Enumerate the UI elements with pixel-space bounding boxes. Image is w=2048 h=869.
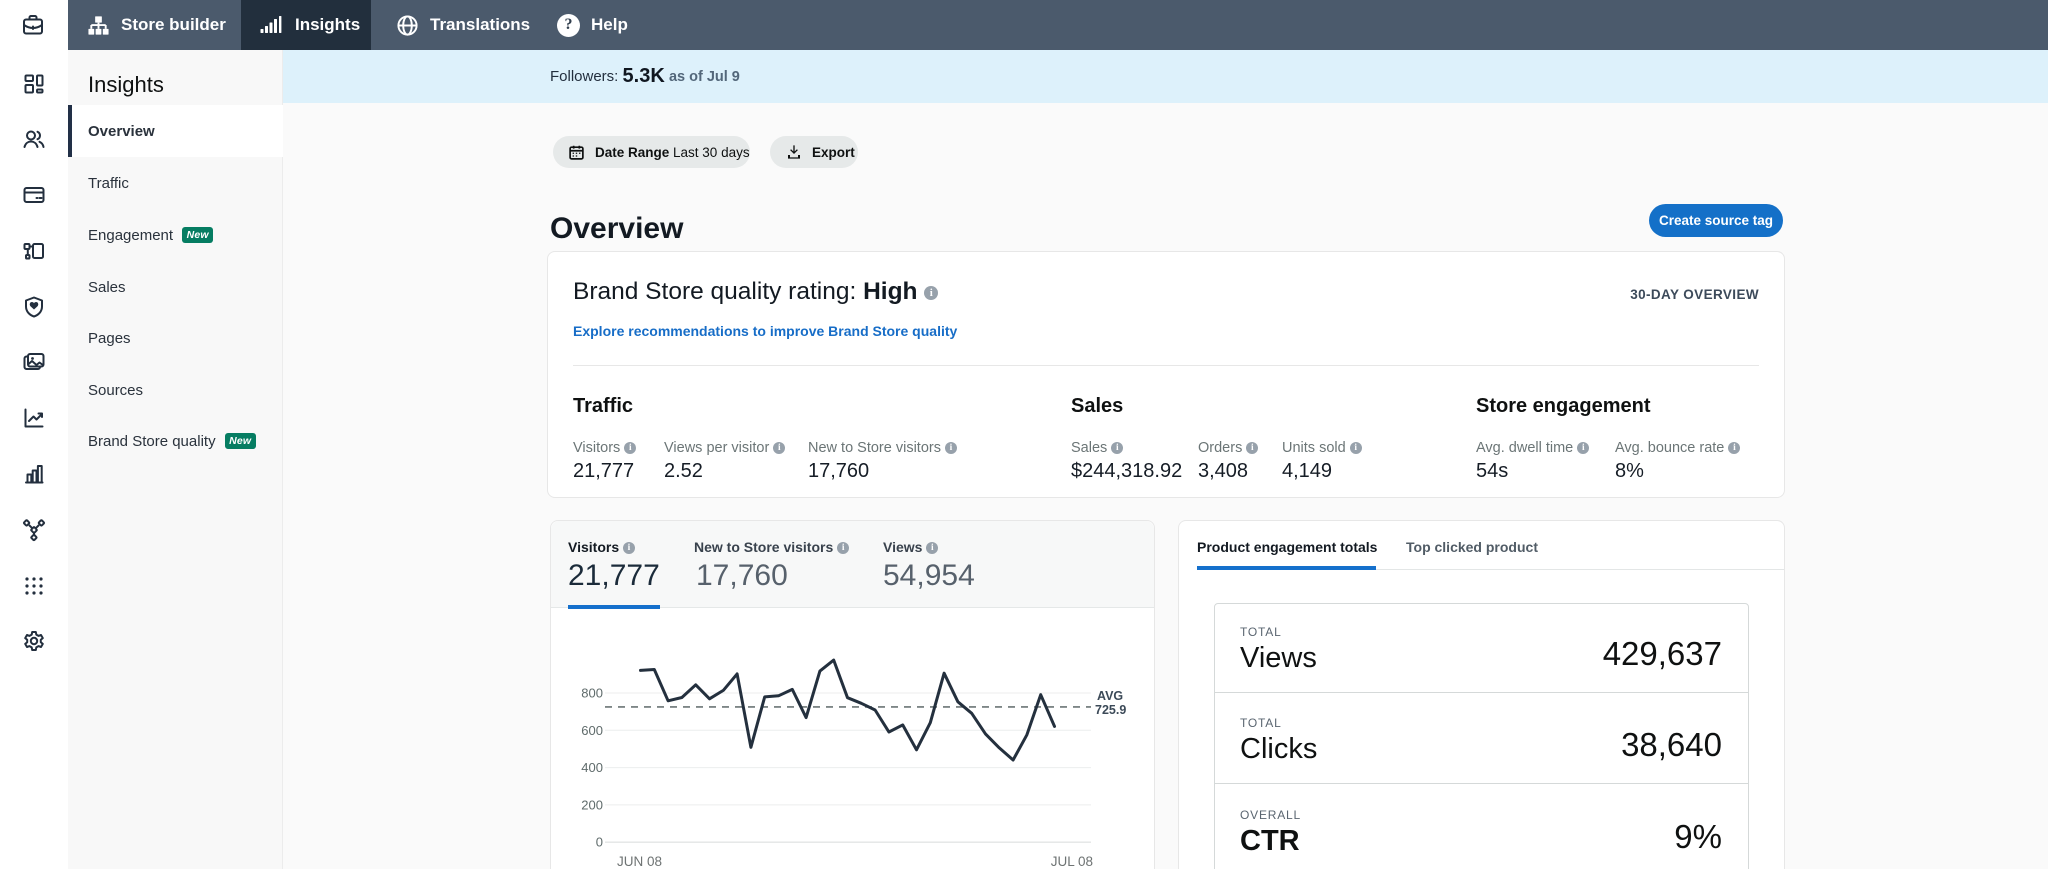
svg-text:JUN 08: JUN 08 xyxy=(617,854,662,869)
svg-text:400: 400 xyxy=(581,760,603,775)
svg-text:JUL 08: JUL 08 xyxy=(1051,854,1093,869)
svg-text:725.9: 725.9 xyxy=(1095,703,1126,717)
svg-text:600: 600 xyxy=(581,723,603,738)
svg-text:AVG: AVG xyxy=(1097,689,1123,703)
svg-text:200: 200 xyxy=(581,797,603,812)
svg-text:800: 800 xyxy=(581,686,603,701)
svg-text:0: 0 xyxy=(596,835,603,850)
